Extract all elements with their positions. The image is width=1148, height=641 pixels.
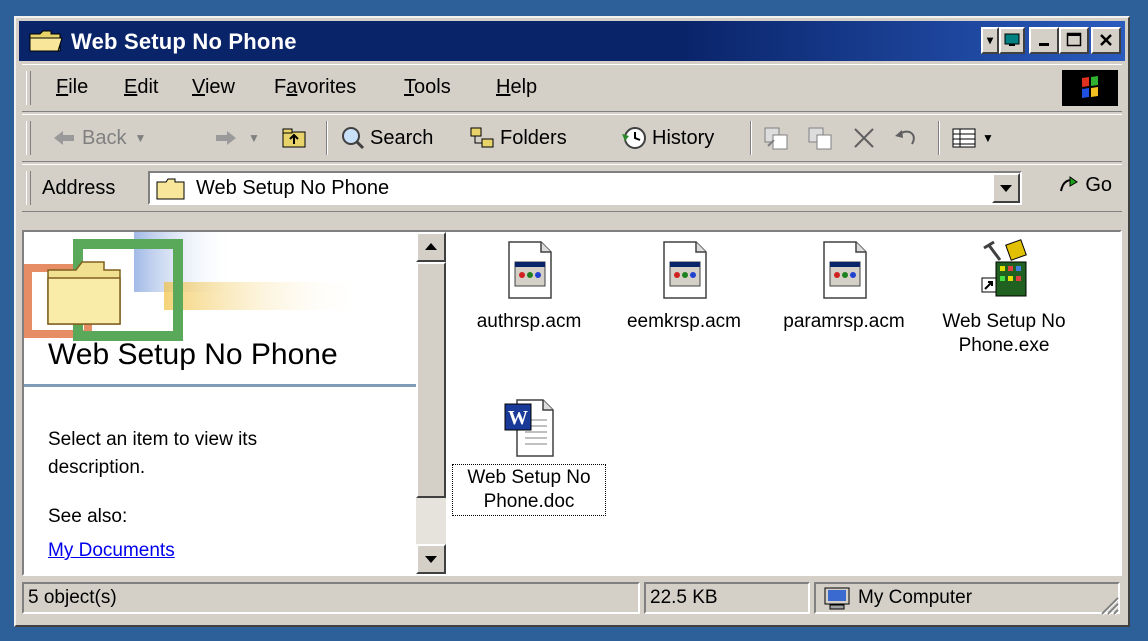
folders-button[interactable]: Folders bbox=[468, 121, 567, 155]
word-doc-icon: W bbox=[504, 399, 554, 457]
menu-tools[interactable]: Tools bbox=[404, 76, 451, 99]
status-location: My Computer bbox=[814, 582, 1120, 614]
up-folder-button[interactable] bbox=[280, 121, 312, 155]
file-item[interactable]: W Web Setup No Phone.doc bbox=[452, 394, 606, 516]
active-desktop-icon[interactable] bbox=[999, 27, 1025, 54]
file-name: authrsp.acm bbox=[476, 311, 582, 332]
my-documents-link[interactable]: My Documents bbox=[48, 540, 175, 562]
acm-file-icon bbox=[508, 241, 552, 299]
copy-to-button[interactable] bbox=[806, 121, 838, 155]
move-to-icon bbox=[764, 127, 788, 150]
address-dropdown-button[interactable] bbox=[992, 173, 1020, 203]
file-item[interactable]: eemkrsp.acm bbox=[609, 238, 759, 334]
file-item[interactable]: paramrsp.acm bbox=[769, 238, 919, 334]
scroll-up-button[interactable] bbox=[416, 232, 446, 262]
file-name: eemkrsp.acm bbox=[626, 311, 742, 332]
folder-icon bbox=[29, 30, 63, 52]
search-label: Search bbox=[370, 126, 434, 149]
forward-button[interactable]: ▼ bbox=[212, 121, 260, 155]
views-icon bbox=[952, 128, 976, 148]
toolbar-separator bbox=[750, 121, 752, 155]
forward-dropdown-icon[interactable]: ▼ bbox=[248, 131, 260, 145]
pane-title: Web Setup No Phone bbox=[48, 338, 338, 371]
acm-file-icon bbox=[663, 241, 707, 299]
copy-to-icon bbox=[808, 127, 832, 150]
folders-label: Folders bbox=[500, 126, 567, 149]
history-icon bbox=[622, 127, 646, 149]
web-view-pane: Web Setup No Phone Select an item to vie… bbox=[24, 232, 416, 574]
system-menu-icon[interactable]: ▾ bbox=[981, 27, 999, 54]
status-bar: 5 object(s) 22.5 KB My Computer bbox=[22, 580, 1122, 618]
search-button[interactable]: Search bbox=[338, 121, 433, 155]
folder-icon bbox=[156, 178, 185, 200]
menu-grip[interactable] bbox=[26, 71, 31, 105]
back-button[interactable]: Back ▼ bbox=[50, 121, 146, 155]
address-input[interactable]: Web Setup No Phone bbox=[148, 171, 1022, 205]
status-location-label: My Computer bbox=[858, 587, 973, 608]
delete-button[interactable] bbox=[850, 121, 882, 155]
pane-description: Select an item to view its description. bbox=[48, 429, 258, 478]
back-dropdown-icon[interactable]: ▼ bbox=[134, 131, 146, 145]
folder-view: Web Setup No Phone Select an item to vie… bbox=[22, 230, 1122, 576]
svg-text:W: W bbox=[508, 407, 528, 429]
go-arrow-icon bbox=[1060, 176, 1079, 192]
address-bar: Address Web Setup No Phone Go bbox=[22, 164, 1122, 212]
toolbar-grip[interactable] bbox=[26, 121, 31, 155]
file-name: Web Setup No Phone.doc bbox=[452, 464, 606, 516]
maximize-button[interactable] bbox=[1059, 27, 1089, 54]
views-button[interactable]: ▼ bbox=[950, 121, 994, 155]
menu-bar: File Edit View Favorites Tools Help bbox=[22, 64, 1122, 112]
menu-file[interactable]: File bbox=[56, 76, 88, 99]
address-label: Address bbox=[42, 177, 116, 199]
views-dropdown-icon[interactable]: ▼ bbox=[982, 131, 994, 145]
pane-divider bbox=[24, 384, 416, 387]
standard-toolbar: Back ▼ ▼ Search Folders History ▼ bbox=[22, 114, 1122, 162]
menu-favorites[interactable]: Favorites bbox=[274, 76, 356, 99]
go-label: Go bbox=[1085, 173, 1112, 196]
file-item[interactable]: Web Setup No Phone.exe bbox=[929, 238, 1079, 358]
setup-exe-icon bbox=[981, 239, 1027, 297]
address-value: Web Setup No Phone bbox=[196, 177, 390, 199]
window-title: Web Setup No Phone bbox=[71, 29, 297, 54]
toolbar-separator bbox=[938, 121, 940, 155]
status-object-count: 5 object(s) bbox=[22, 582, 640, 614]
undo-icon bbox=[895, 130, 915, 145]
close-button[interactable] bbox=[1091, 27, 1121, 54]
undo-button[interactable] bbox=[892, 121, 924, 155]
windows-logo-icon bbox=[1062, 70, 1118, 106]
file-item[interactable]: authrsp.acm bbox=[454, 238, 604, 334]
scroll-thumb[interactable] bbox=[416, 262, 446, 498]
title-bar[interactable]: Web Setup No Phone ▾ bbox=[19, 21, 1125, 61]
delete-icon bbox=[854, 128, 874, 148]
menu-edit[interactable]: Edit bbox=[124, 76, 158, 99]
history-label: History bbox=[652, 126, 715, 149]
file-name: Web Setup No Phone.exe bbox=[942, 311, 1066, 356]
search-icon bbox=[342, 127, 365, 150]
minimize-button[interactable] bbox=[1029, 27, 1059, 54]
status-size: 22.5 KB bbox=[644, 582, 810, 614]
move-to-button[interactable] bbox=[762, 121, 794, 155]
explorer-window: Web Setup No Phone ▾ File Edit View Favo… bbox=[14, 16, 1130, 627]
toolbar-separator bbox=[326, 121, 328, 155]
left-pane-scrollbar[interactable] bbox=[416, 232, 446, 574]
acm-file-icon bbox=[823, 241, 867, 299]
see-also-label: See also: bbox=[48, 506, 128, 527]
back-arrow-icon bbox=[54, 131, 74, 145]
resize-grip-icon[interactable] bbox=[1096, 592, 1120, 616]
folders-tree-icon bbox=[470, 127, 494, 148]
my-computer-icon bbox=[824, 587, 850, 610]
scroll-down-button[interactable] bbox=[416, 544, 446, 574]
forward-arrow-icon bbox=[216, 131, 236, 145]
address-grip[interactable] bbox=[26, 171, 31, 205]
menu-view[interactable]: View bbox=[192, 76, 235, 99]
history-button[interactable]: History bbox=[620, 121, 714, 155]
go-button[interactable]: Go bbox=[1057, 173, 1112, 197]
up-folder-icon bbox=[282, 128, 306, 148]
menu-help[interactable]: Help bbox=[496, 76, 537, 99]
file-name: paramrsp.acm bbox=[783, 311, 905, 332]
back-label: Back bbox=[82, 126, 127, 149]
